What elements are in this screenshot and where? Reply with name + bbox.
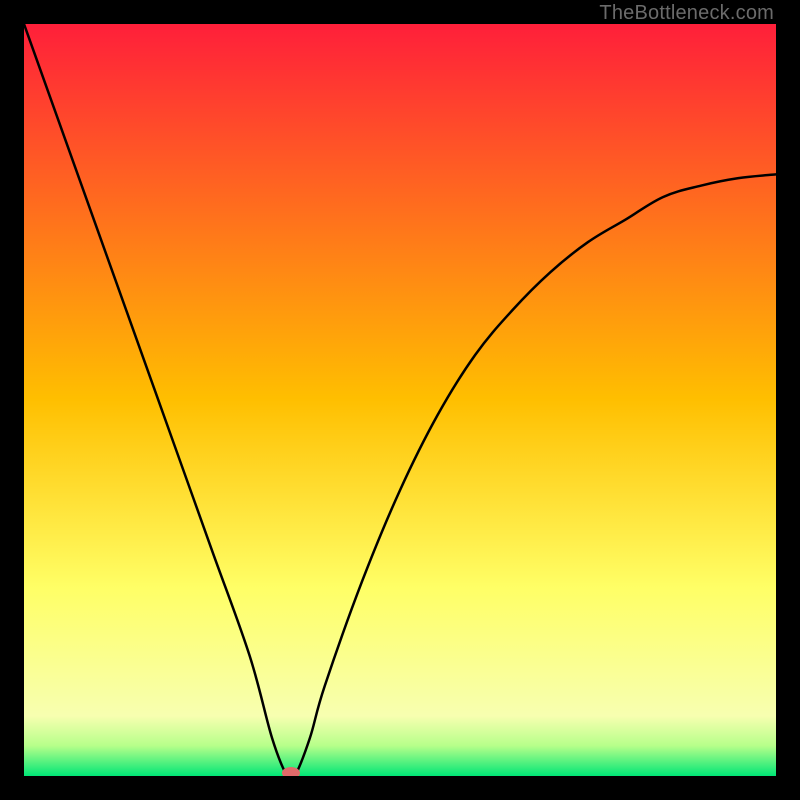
plot-area (24, 24, 776, 776)
watermark-text: TheBottleneck.com (599, 2, 774, 25)
chart-frame: TheBottleneck.com (0, 0, 800, 800)
chart-svg (24, 24, 776, 776)
gradient-background (24, 24, 776, 776)
